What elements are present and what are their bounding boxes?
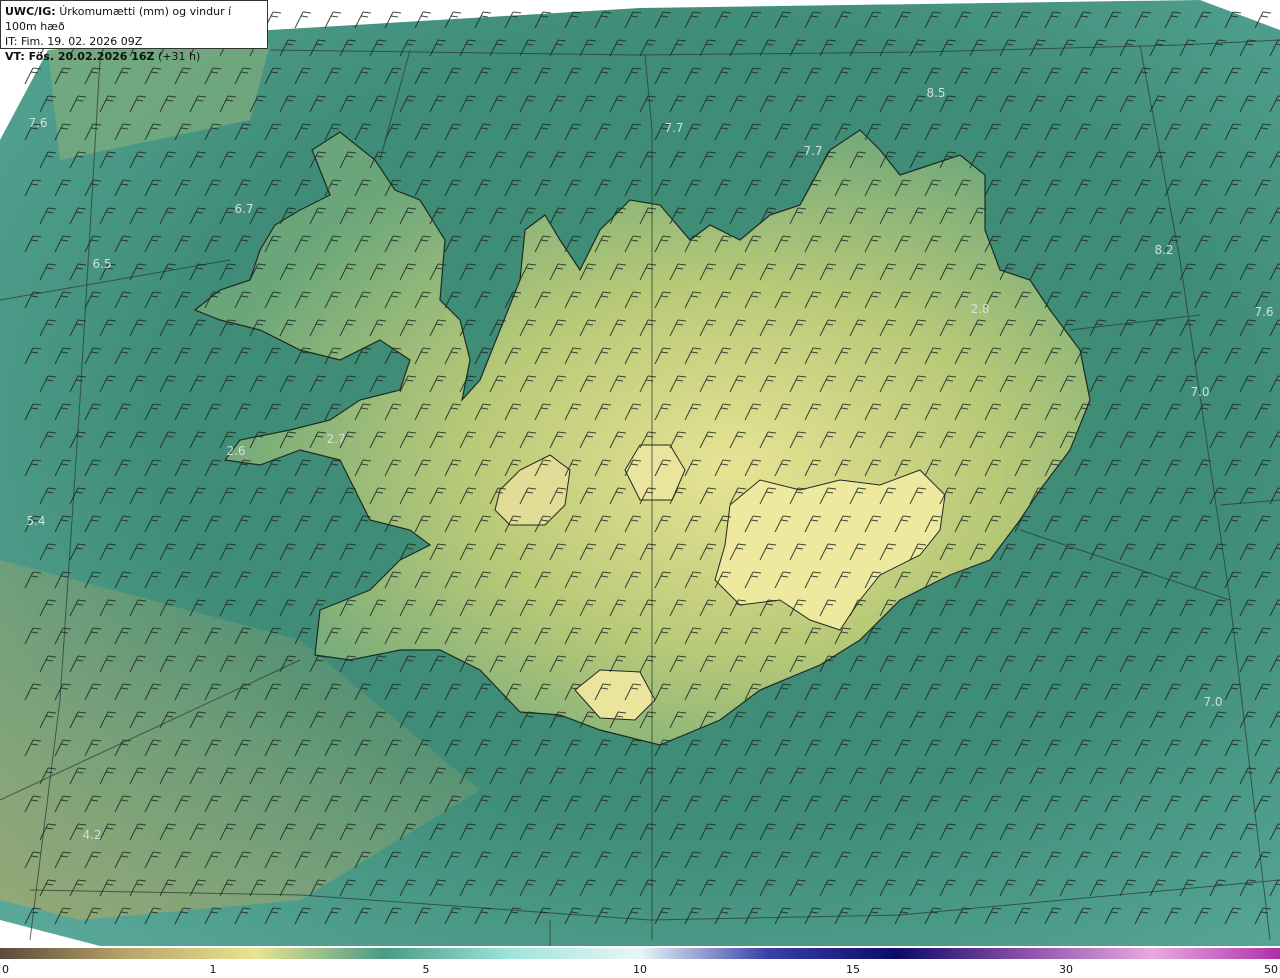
map-value-label: 5.4 xyxy=(26,514,45,528)
colorbar-tick: 15 xyxy=(846,963,860,976)
map-value-label: 6.5 xyxy=(92,257,111,271)
map-value-label: 7.0 xyxy=(1203,695,1222,709)
map-value-label: 2.8 xyxy=(970,302,989,316)
map-value-label: 8.2 xyxy=(1154,243,1173,257)
map-value-label: 2.7 xyxy=(326,432,345,446)
map-value-label: 2.6 xyxy=(226,444,245,458)
colorbar-tick: 0 xyxy=(2,963,9,976)
valid-time: VT: Fös. 20.02.2026 16Z xyxy=(5,50,155,63)
map-info-box: UWC/IG: Úrkomumætti (mm) og vindur í 100… xyxy=(0,0,268,63)
forecast-offset: (+31 h) xyxy=(158,50,201,63)
issue-time: IT: Fim. 19. 02. 2026 09Z xyxy=(5,35,143,48)
map-value-label: 7.0 xyxy=(1190,385,1209,399)
colorbar-tick: 50 xyxy=(1264,963,1278,976)
map-value-label: 7.6 xyxy=(1254,305,1273,319)
colorbar-tick: 30 xyxy=(1059,963,1073,976)
colorbar: 0 1 5 10 15 30 50 xyxy=(0,946,1280,978)
colorbar-tick: 10 xyxy=(633,963,647,976)
colorbar-tick: 1 xyxy=(209,963,217,976)
colorbar-tick: 5 xyxy=(422,963,430,976)
map-value-label: 7.7 xyxy=(803,144,822,158)
product-name: UWC/IG: xyxy=(5,5,56,18)
map-value-label: 7.6 xyxy=(28,116,47,130)
map-value-label: 7.7 xyxy=(664,121,683,135)
precipitation-wind-map: 7.6 7.7 8.5 7.7 6.7 6.5 8.2 7.6 2.8 7.0 2.7 2.6 5.4 7… xyxy=(0,0,1280,946)
map-value-label: 8.5 xyxy=(926,86,945,100)
map-value-label: 4.2 xyxy=(82,828,101,842)
colorbar-gradient xyxy=(0,948,1280,959)
map-value-label: 6.7 xyxy=(234,202,253,216)
